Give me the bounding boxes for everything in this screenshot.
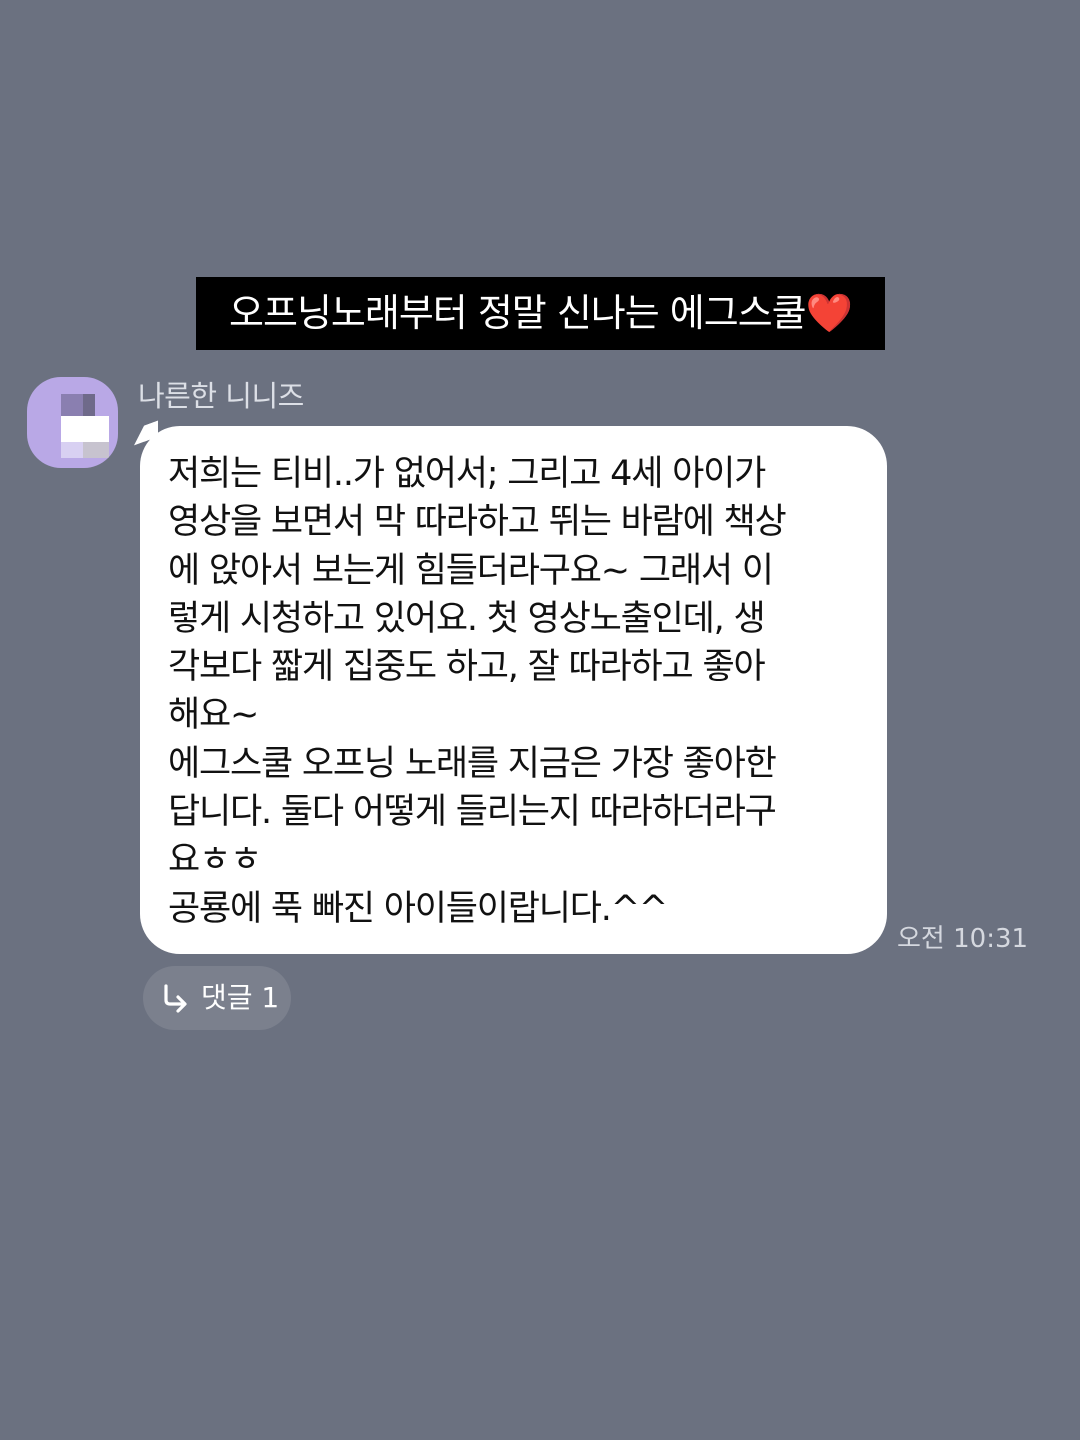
- reply-thread-button[interactable]: 댓글 1: [143, 966, 291, 1030]
- caption-banner: 오프닝노래부터 정말 신나는 에그스쿨❤️: [196, 277, 885, 350]
- message-line: 영상을 보면서 막 따라하고 뛰는 바람에 책상: [168, 502, 787, 543]
- avatar-blur-block: [61, 416, 109, 442]
- message-line: 요ㅎㅎ: [168, 840, 262, 881]
- message-line: 해요~: [168, 695, 259, 736]
- message-line: 렇게 시청하고 있어요. 첫 영상노출인데, 생: [168, 598, 766, 639]
- message-timestamp: 오전 10:31: [897, 924, 1029, 954]
- sender-name: 나른한 니니즈: [138, 379, 304, 413]
- caption-text: 오프닝노래부터 정말 신나는 에그스쿨: [229, 291, 807, 335]
- reply-arrow-icon: [161, 983, 189, 1013]
- message-line: 에 앉아서 보는게 힘들더라구요~ 그래서 이: [168, 550, 774, 591]
- avatar-blur-block: [61, 394, 83, 416]
- message-line: 답니다. 둘다 어떻게 들리는지 따라하더라구: [168, 792, 777, 833]
- message-bubble[interactable]: 저희는 티비..가 없어서; 그리고 4세 아이가 영상을 보면서 막 따라하고…: [140, 426, 887, 954]
- avatar-blur-block: [61, 442, 83, 458]
- avatar[interactable]: [27, 377, 118, 468]
- message-line: 저희는 티비..가 없어서; 그리고 4세 아이가: [168, 454, 766, 494]
- message-line: 에그스쿨 오프닝 노래를 지금은 가장 좋아한: [168, 743, 777, 784]
- reply-count-label: 댓글 1: [201, 981, 280, 1014]
- heart-icon: ❤️: [805, 291, 853, 335]
- avatar-blur-block: [83, 394, 95, 416]
- message-line: 각보다 짧게 집중도 하고, 잘 따라하고 좋아: [168, 647, 766, 688]
- avatar-blur-block: [83, 442, 109, 458]
- message-line: 공룡에 푹 빠진 아이들이랍니다.^^: [168, 888, 668, 929]
